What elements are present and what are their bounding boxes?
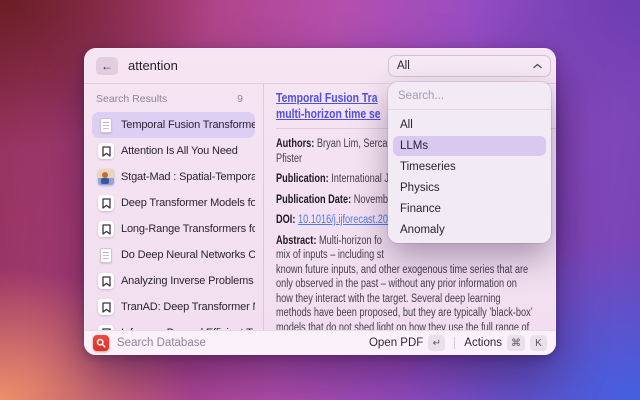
return-key-badge: ↵ <box>428 335 445 351</box>
publication-date-value: Novemb <box>354 194 388 206</box>
authors-value: Bryan Lim, Serca <box>317 138 388 150</box>
search-query-text[interactable]: attention <box>128 58 178 73</box>
result-item-tranad[interactable]: TranAD: Deep Transformer Net... <box>92 294 255 320</box>
result-item-informer[interactable]: Informer: Beyond Efficient Trans <box>92 320 255 330</box>
dropdown-item-llms[interactable]: LLMs <box>393 136 546 156</box>
footer-separator <box>454 337 455 349</box>
result-item-label: Stgat-Mad : Spatial-Temporal Gr... <box>121 171 255 183</box>
dropdown-item-physics[interactable]: Physics <box>393 178 546 198</box>
extension-search-icon <box>93 335 109 351</box>
publication-date-label: Publication Date: <box>276 194 351 206</box>
window-header: ← attention All <box>84 48 556 84</box>
dropdown-item-all[interactable]: All <box>393 115 546 135</box>
desktop-wallpaper: ← attention All Search Results 9 Tempora… <box>0 0 640 400</box>
k-key-badge: K <box>530 335 547 351</box>
abstract-label: Abstract: <box>276 235 316 247</box>
dropdown-item-finance[interactable]: Finance <box>393 199 546 219</box>
abstract-intro: Multi-horizon fo <box>319 235 382 247</box>
result-item-label: Analyzing Inverse Problems with... <box>121 275 255 287</box>
document-icon <box>98 247 114 263</box>
result-item-long-range[interactable]: Long-Range Transformers for D... <box>92 216 255 242</box>
dropdown-item-list: All LLMs Timeseries Physics Finance Anom… <box>388 110 551 243</box>
result-item-label: TranAD: Deep Transformer Net... <box>121 301 255 313</box>
category-filter-dropdown[interactable]: All <box>388 55 551 77</box>
result-item-deep-transformer[interactable]: Deep Transformer Models for Ti... <box>92 190 255 216</box>
dropdown-search-row <box>388 82 551 110</box>
footer-context-label: Search Database <box>117 337 206 349</box>
back-button[interactable]: ← <box>96 57 118 75</box>
bookmark-icon <box>98 273 114 289</box>
result-item-label: Temporal Fusion Transformers f... <box>121 119 255 131</box>
result-item-label: Long-Range Transformers for D... <box>121 223 255 235</box>
result-item-temporal-fusion[interactable]: Temporal Fusion Transformers f... <box>92 112 255 138</box>
command-key-badge: ⌘ <box>507 335 525 351</box>
dropdown-item-anomaly[interactable]: Anomaly <box>393 220 546 240</box>
bookmark-icon <box>98 195 114 211</box>
category-dropdown-panel: All LLMs Timeseries Physics Finance Anom… <box>388 82 551 243</box>
result-item-stgat-mad[interactable]: Stgat-Mad : Spatial-Temporal Gr... <box>92 164 255 190</box>
results-section-title: Search Results <box>96 93 167 105</box>
chevron-up-icon <box>533 63 542 69</box>
result-item-attention[interactable]: Attention Is All You Need <box>92 138 255 164</box>
publication-value: International J <box>331 173 389 185</box>
doi-label: DOI: <box>276 214 295 226</box>
publication-label: Publication: <box>276 173 329 185</box>
result-item-label: Attention Is All You Need <box>121 145 238 157</box>
open-pdf-button[interactable]: Open PDF <box>369 337 423 349</box>
bookmark-icon <box>98 143 114 159</box>
search-results-pane: Search Results 9 Temporal Fusion Transfo… <box>84 84 263 330</box>
bookmark-icon <box>98 221 114 237</box>
dropdown-search-input[interactable] <box>398 90 541 102</box>
doi-link[interactable]: 10.1016/j.ijforecast.20 <box>298 214 388 226</box>
result-item-analyzing-inverse[interactable]: Analyzing Inverse Problems with... <box>92 268 255 294</box>
results-section-header: Search Results 9 <box>92 90 255 112</box>
actions-button[interactable]: Actions <box>464 337 502 349</box>
result-item-label: Deep Transformer Models for Ti... <box>121 197 255 209</box>
result-item-label: Do Deep Neural Networks Contr... <box>121 249 255 261</box>
filter-selected-value: All <box>397 60 410 72</box>
authors-label: Authors: <box>276 138 314 150</box>
document-icon <box>98 117 114 133</box>
dropdown-item-timeseries[interactable]: Timeseries <box>393 157 546 177</box>
bookmark-icon <box>98 299 114 315</box>
abstract-text: mix of inputs – including st known futur… <box>276 248 556 330</box>
results-count: 9 <box>237 93 243 105</box>
action-bar: Search Database Open PDF ↵ Actions ⌘ K <box>84 330 556 355</box>
result-item-do-deep-nn[interactable]: Do Deep Neural Networks Contr... <box>92 242 255 268</box>
back-arrow-icon: ← <box>101 59 113 73</box>
image-thumbnail-icon <box>98 169 114 185</box>
